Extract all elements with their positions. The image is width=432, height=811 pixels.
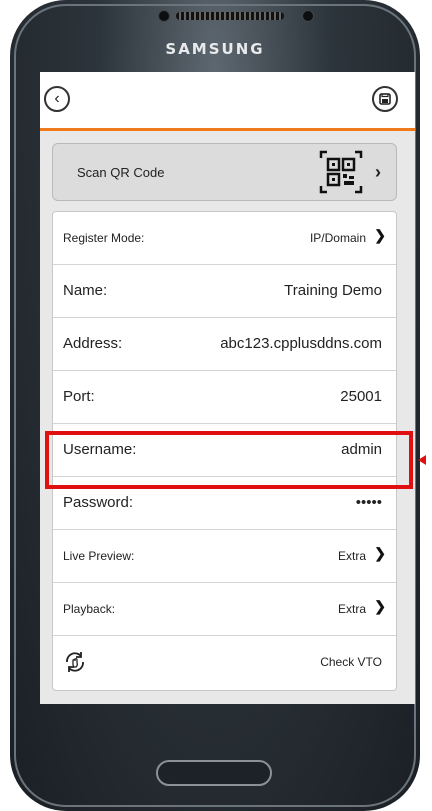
row-register-mode[interactable]: Register Mode: IP/Domain ❯	[53, 212, 396, 265]
row-value: IP/Domain	[309, 231, 366, 245]
scan-qr-label: Scan QR Code	[77, 165, 165, 180]
refresh-hand-icon	[66, 652, 84, 672]
top-bar: ‹	[40, 72, 415, 131]
row-label: Password:	[63, 494, 134, 511]
row-value: •••••	[355, 494, 382, 511]
brand-logo: SAMSUNG	[165, 40, 265, 58]
chevron-right-icon: ›	[375, 162, 381, 182]
home-button[interactable]	[156, 760, 272, 786]
chevron-right-icon: ❯	[374, 227, 386, 243]
row-value: Extra	[337, 549, 366, 563]
row-value: Extra	[337, 602, 366, 616]
chevron-right-icon: ❯	[374, 545, 386, 561]
row-check-vto[interactable]: Check VTO	[53, 636, 396, 688]
row-label: Playback:	[63, 602, 116, 616]
save-icon	[379, 93, 391, 105]
row-live-preview[interactable]: Live Preview: Extra ❯	[53, 530, 396, 583]
form-content: Scan QR Code › Register Mode: IP/Domain …	[40, 131, 415, 704]
app-screen: ‹ Scan QR Code › Register Mode: IP/Domai…	[40, 72, 415, 704]
row-port[interactable]: Port: 25001	[53, 371, 396, 424]
username-highlight-box	[45, 431, 413, 489]
row-label: Live Preview:	[63, 549, 135, 563]
front-camera	[158, 10, 170, 22]
row-label: Port:	[63, 388, 95, 405]
row-value: abc123.cpplusddns.com	[220, 335, 382, 352]
row-label: Name:	[63, 282, 108, 299]
scan-qr-button[interactable]: Scan QR Code ›	[52, 143, 397, 201]
row-value: 25001	[340, 388, 382, 405]
earpiece-speaker	[176, 12, 284, 20]
proximity-sensor	[302, 10, 314, 22]
row-value: Check VTO	[320, 655, 382, 669]
row-name[interactable]: Name: Training Demo	[53, 265, 396, 318]
chevron-right-icon: ❯	[374, 598, 386, 614]
save-button[interactable]	[372, 86, 398, 112]
row-playback[interactable]: Playback: Extra ❯	[53, 583, 396, 636]
row-label: Address:	[63, 335, 123, 352]
chevron-left-icon: ‹	[54, 90, 60, 107]
qr-code-icon	[319, 150, 363, 194]
row-value: Training Demo	[284, 282, 382, 299]
back-button[interactable]: ‹	[44, 86, 70, 112]
highlight-arrow-pointer	[418, 455, 426, 465]
row-label: Register Mode:	[63, 231, 145, 245]
row-address[interactable]: Address: abc123.cpplusddns.com	[53, 318, 396, 371]
